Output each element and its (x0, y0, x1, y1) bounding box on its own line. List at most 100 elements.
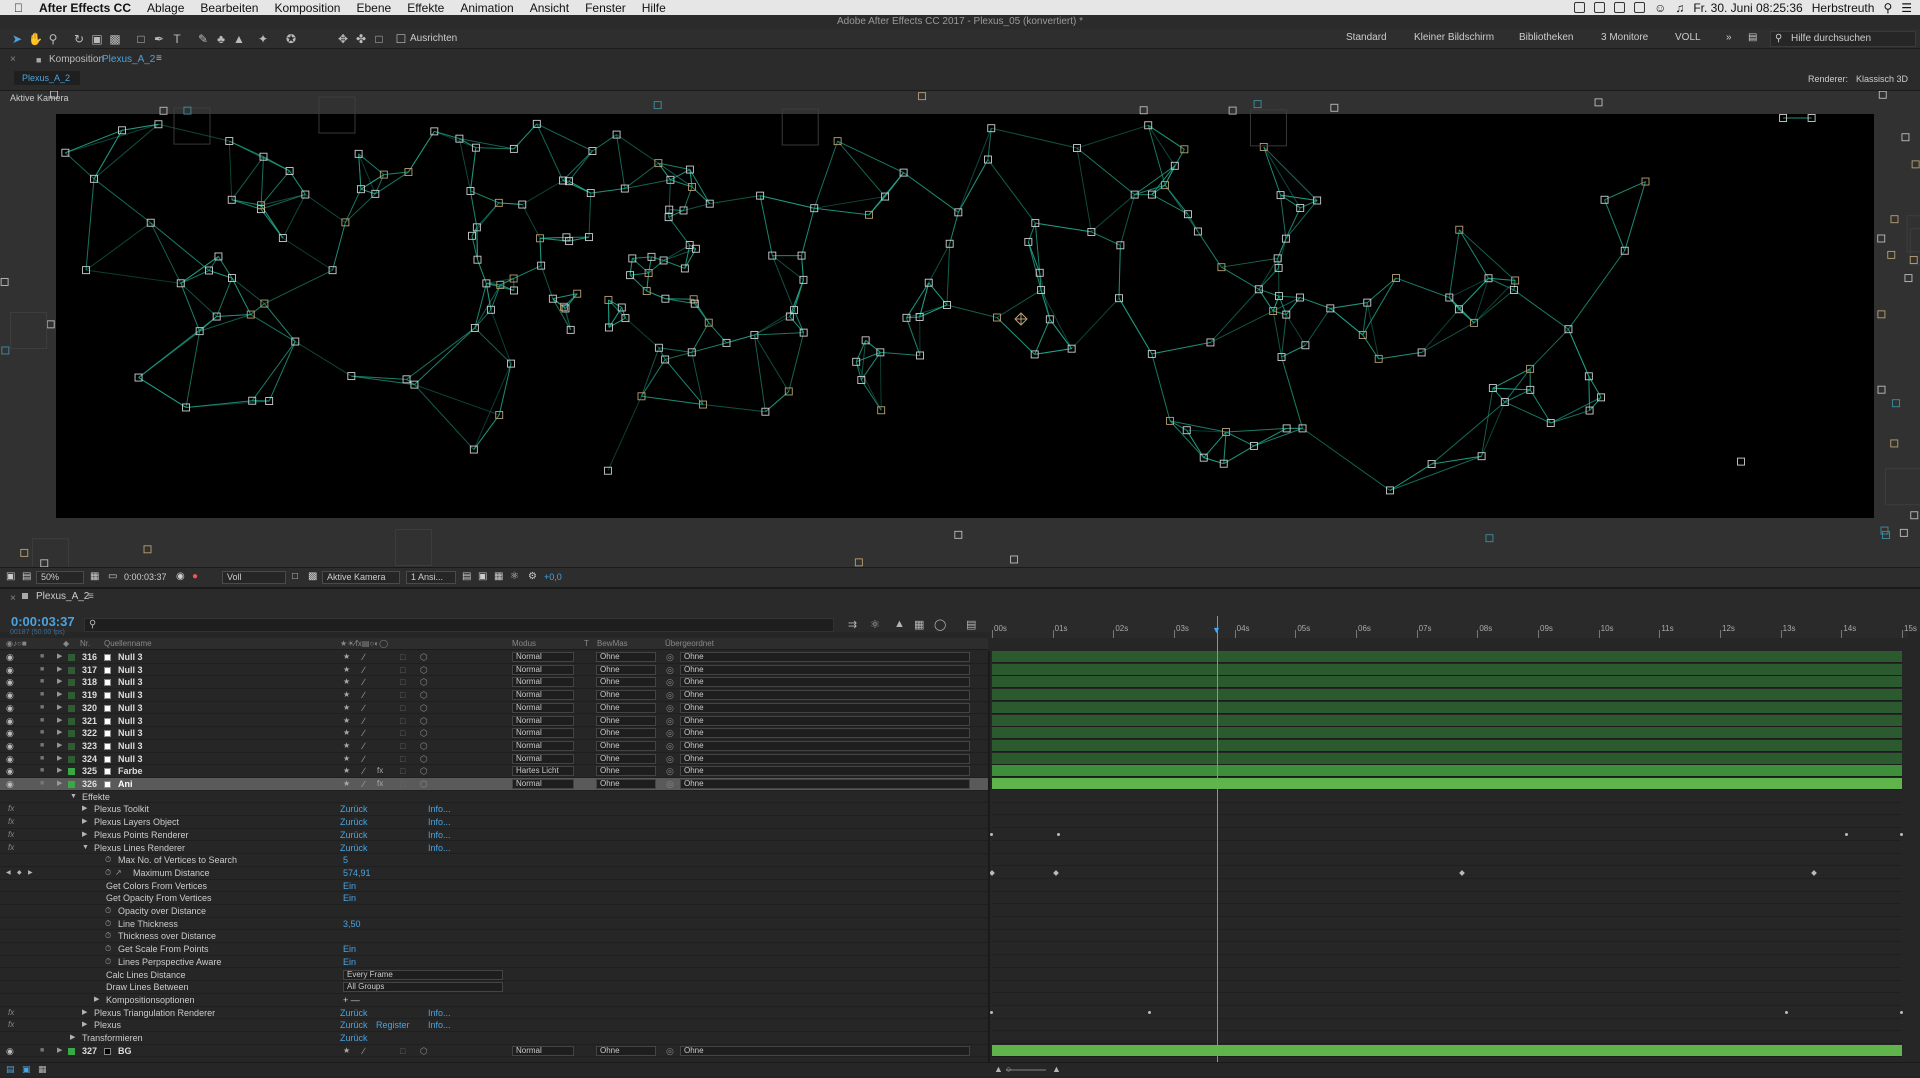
effect-property-row[interactable]: ⏱Thickness over Distance (0, 930, 988, 943)
effect-switch-icon[interactable]: fx (377, 765, 383, 777)
lock-icon[interactable]: ■ (40, 727, 44, 739)
viewer-timecode[interactable]: 0:00:03:37 (124, 572, 167, 582)
menu-list-icon[interactable]: ☰ (1901, 1, 1912, 15)
effect-row[interactable]: fx▶Plexus Points RendererZurückInfo... (0, 829, 988, 842)
lock-icon[interactable]: ■ (40, 651, 44, 663)
quality-switch-icon[interactable]: ∕ (363, 753, 365, 765)
offscreen-null-marker[interactable] (1891, 216, 1898, 223)
track-matte-dropdown[interactable]: Ohne (596, 665, 656, 675)
always-preview-icon[interactable]: ▣ (6, 571, 15, 582)
offscreen-null-marker[interactable] (21, 549, 28, 556)
stopwatch-icon[interactable]: ⏱ (105, 905, 111, 917)
layer-track-bar[interactable] (992, 727, 1902, 739)
layer-name[interactable]: Null 3 (118, 676, 143, 688)
col-trkmat[interactable]: BewMas (597, 639, 628, 648)
menu-hilfe[interactable]: Hilfe (634, 1, 674, 15)
stopwatch-icon[interactable]: ⏱ (105, 867, 111, 879)
offscreen-null-marker[interactable] (1250, 110, 1286, 146)
property-track[interactable] (992, 994, 1902, 1006)
layer-row[interactable]: ◉■▶321Null 3★∕□⬡NormalOhne◎Ohne (0, 715, 988, 728)
offscreen-null-marker[interactable] (782, 109, 818, 145)
track-matte-dropdown[interactable]: Ohne (596, 703, 656, 713)
motion-blur-switch-icon[interactable]: □ (400, 689, 405, 701)
blend-mode-dropdown[interactable]: Normal (512, 665, 574, 675)
view-axis-icon[interactable]: □ (372, 32, 386, 46)
menu-komposition[interactable]: Komposition (266, 1, 348, 15)
layer-row[interactable]: ◉■▶323Null 3★∕□⬡NormalOhne◎Ohne (0, 740, 988, 753)
label-color-swatch[interactable] (68, 692, 75, 699)
toggle-pixel-icon[interactable]: ▤ (462, 571, 471, 582)
blend-mode-dropdown[interactable]: Normal (512, 1046, 574, 1056)
property-value[interactable]: Ein (343, 943, 356, 955)
quality-switch-icon[interactable]: ∕ (363, 664, 365, 676)
property-track[interactable] (992, 803, 1902, 815)
offscreen-null-marker[interactable] (47, 321, 54, 328)
property-track[interactable] (992, 816, 1902, 828)
rotate-tool-icon[interactable]: ↻ (72, 32, 86, 46)
monitor-icon[interactable]: ▤ (22, 571, 31, 582)
pick-whip-icon[interactable]: ◎ (666, 778, 674, 790)
offscreen-null-marker[interactable] (1331, 104, 1338, 111)
effect-reset-link[interactable]: Zurück (340, 803, 368, 815)
zoom-out-icon[interactable]: ▲ (994, 1064, 1003, 1074)
keyframe-marker[interactable] (1900, 833, 1903, 836)
volume-icon[interactable]: ♫ (1675, 1, 1684, 15)
keyframe-marker[interactable] (990, 833, 993, 836)
layer-name[interactable]: BG (118, 1045, 132, 1057)
property-track[interactable] (992, 918, 1902, 930)
offscreen-null-marker[interactable] (1902, 134, 1909, 141)
layer-name[interactable]: Null 3 (118, 740, 143, 752)
offscreen-null-marker[interactable] (396, 530, 432, 566)
pick-whip-icon[interactable]: ◎ (666, 689, 674, 701)
bluetooth-icon[interactable] (1634, 2, 1645, 13)
layer-track-bar[interactable] (992, 778, 1902, 790)
help-search-input[interactable]: ⚲ Hilfe durchsuchen (1770, 31, 1916, 47)
shy-switch-icon[interactable]: ★ (343, 1045, 350, 1057)
timeline-icon[interactable]: ▦ (494, 571, 503, 582)
renderer-value[interactable]: Klassisch 3D (1856, 74, 1908, 84)
graph-icon[interactable]: ↗ (115, 867, 122, 879)
quality-switch-icon[interactable]: ∕ (363, 676, 365, 688)
quality-switch-icon[interactable]: ∕ (363, 689, 365, 701)
current-time-display[interactable]: 0:00:03:37 (11, 614, 75, 629)
layer-track-bar[interactable] (992, 740, 1902, 752)
mask-icon[interactable]: ▭ (108, 571, 117, 582)
motion-blur-switch-icon[interactable]: □ (400, 1045, 405, 1057)
property-dropdown[interactable]: Every Frame (343, 970, 503, 980)
track-matte-dropdown[interactable]: Ohne (596, 677, 656, 687)
expand-arrow-icon[interactable]: ▶ (57, 727, 62, 739)
eye-icon[interactable]: ◉ (6, 689, 14, 701)
blend-mode-dropdown[interactable]: Normal (512, 690, 574, 700)
property-value[interactable]: 3,50 (343, 918, 361, 930)
layer-row[interactable]: ◉■▶325Farbe★∕fx□⬡Hartes LichtOhne◎Ohne (0, 765, 988, 778)
effect-switch-icon[interactable]: fx (377, 778, 383, 790)
lock-icon[interactable]: ■ (40, 778, 44, 790)
parent-dropdown[interactable]: Ohne (680, 677, 970, 687)
property-track[interactable] (992, 969, 1902, 981)
eye-icon[interactable]: ◉ (6, 651, 14, 663)
offscreen-null-marker[interactable] (319, 97, 355, 133)
layer-track-bar[interactable] (992, 676, 1902, 688)
expand-arrow-icon[interactable]: ▶ (57, 1045, 62, 1057)
brush-tool-icon[interactable]: ✎ (196, 32, 210, 46)
offscreen-null-marker[interactable] (144, 546, 151, 553)
layer-name[interactable]: Null 3 (118, 753, 143, 765)
fast-previews-icon[interactable]: ▣ (478, 571, 487, 582)
expand-arrow-icon[interactable]: ▶ (82, 803, 87, 815)
time-machine-icon[interactable] (1614, 2, 1625, 13)
keyframe-marker[interactable] (990, 1011, 993, 1014)
pick-whip-icon[interactable]: ◎ (666, 715, 674, 727)
3d-layer-switch-icon[interactable]: ⬡ (420, 664, 428, 676)
effect-row[interactable]: fx▶Plexus Layers ObjectZurückInfo... (0, 816, 988, 829)
property-value[interactable]: 574,91 (343, 867, 371, 879)
layer-track-bar[interactable] (992, 753, 1902, 765)
layer-track-bar[interactable] (992, 1045, 1902, 1057)
offscreen-null-marker[interactable] (1878, 311, 1885, 318)
stamp-tool-icon[interactable]: ♣ (214, 32, 228, 46)
shy-switch-icon[interactable]: ★ (343, 740, 350, 752)
pick-whip-icon[interactable]: ◎ (666, 664, 674, 676)
3d-layer-switch-icon[interactable]: ⬡ (420, 702, 428, 714)
effects-group-row[interactable]: ▼Effekte (0, 791, 988, 804)
parent-dropdown[interactable]: Ohne (680, 741, 970, 751)
camera-tool-icon[interactable]: ▣ (90, 32, 104, 46)
